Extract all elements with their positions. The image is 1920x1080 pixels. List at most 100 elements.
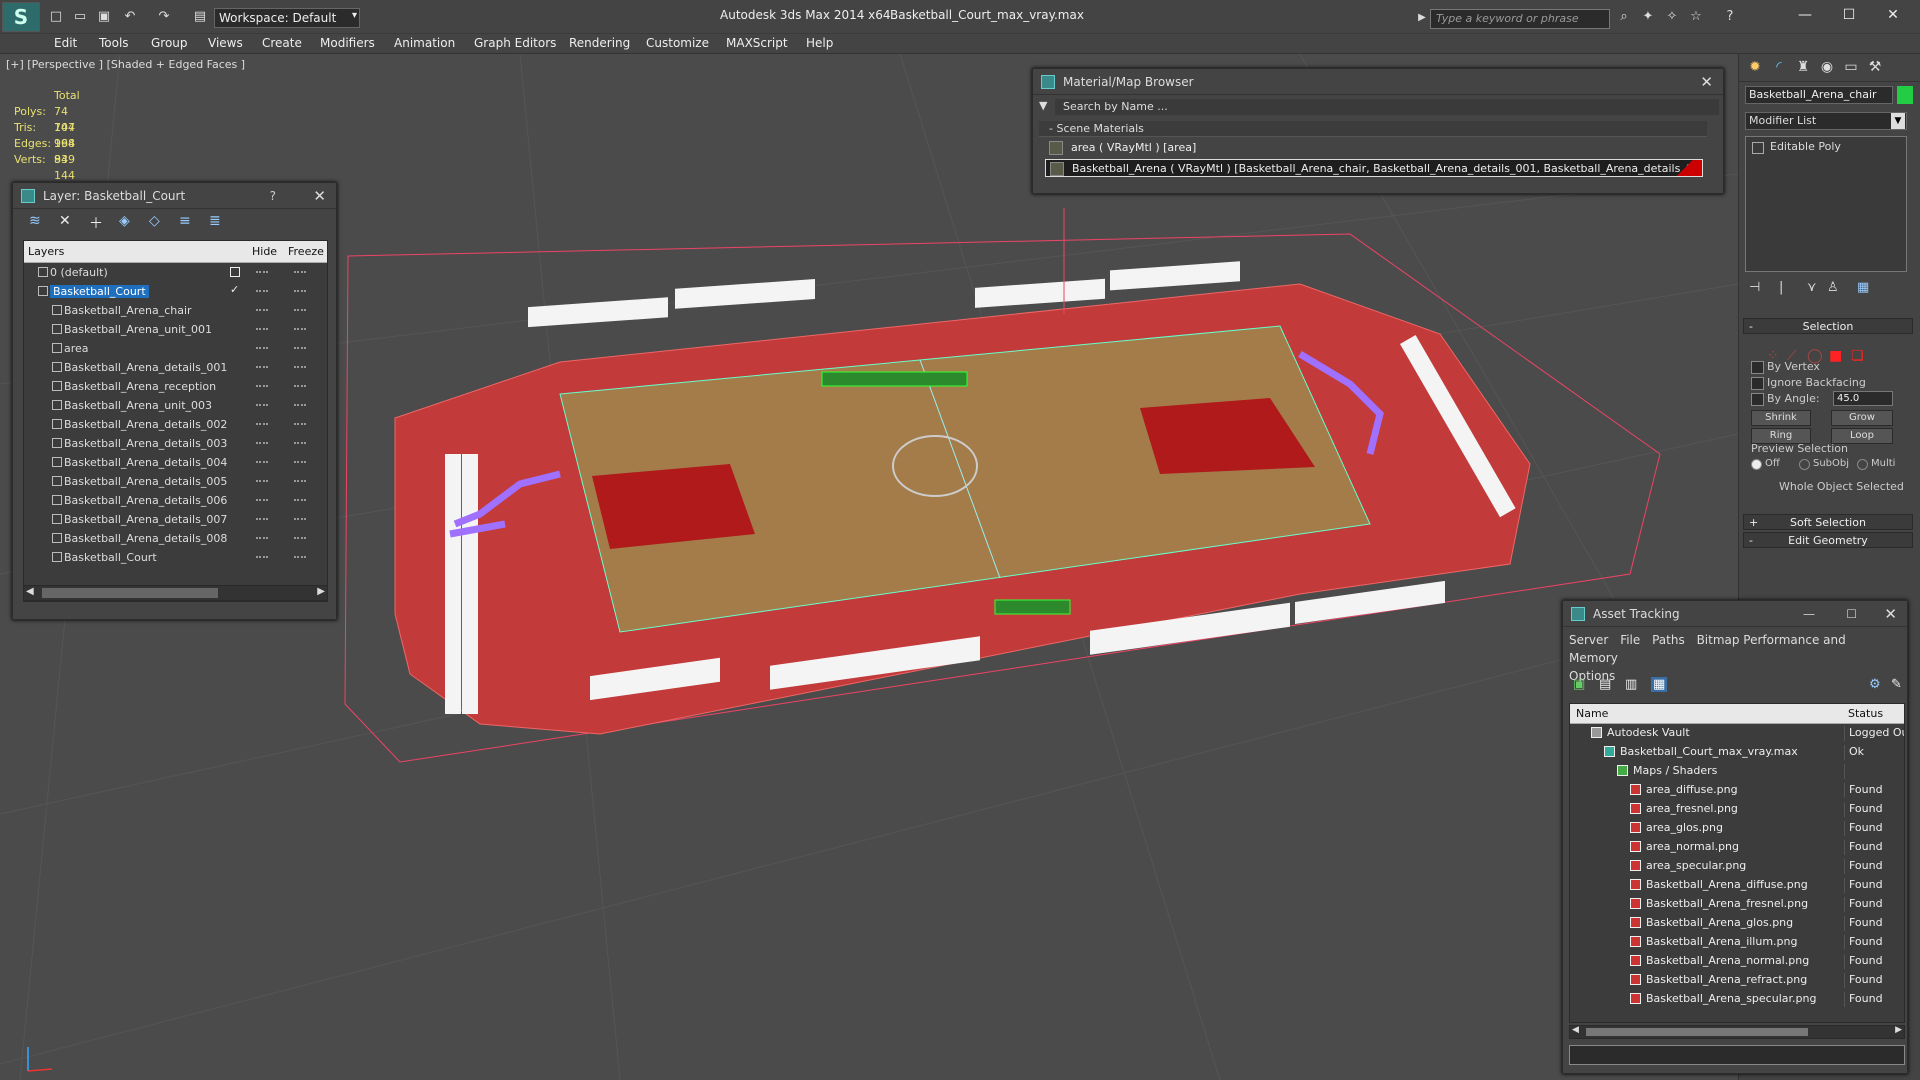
hide-toggle[interactable]	[256, 423, 268, 425]
asset-path-field[interactable]	[1569, 1045, 1905, 1065]
scroll-left-icon[interactable]: ◀	[1572, 1025, 1579, 1035]
open-file-icon[interactable]: ▭	[72, 9, 88, 25]
communication-icon[interactable]: ✧	[1664, 9, 1680, 25]
refresh-icon[interactable]: ▣	[1573, 677, 1585, 692]
material-item-selected[interactable]: Basketball_Arena ( VRayMtl ) [Basketball…	[1045, 159, 1703, 177]
hide-toggle[interactable]	[256, 480, 268, 482]
highlight-layer-icon[interactable]: ◇	[149, 213, 160, 229]
freeze-toggle[interactable]	[294, 347, 306, 349]
layer-row[interactable]: 0 (default)	[24, 263, 327, 282]
asset-row[interactable]: Basketball_Arena_refract.png Found	[1570, 971, 1904, 990]
modify-tab-icon[interactable]: ◜	[1769, 59, 1789, 77]
vault-help-icon[interactable]: ⚙	[1869, 677, 1881, 692]
search-input[interactable]: Type a keyword or phrase	[1430, 9, 1610, 29]
col-freeze[interactable]: Freeze	[288, 245, 324, 258]
hide-toggle[interactable]	[256, 442, 268, 444]
grow-button[interactable]: Grow	[1831, 410, 1893, 426]
redo-icon[interactable]: ↷	[156, 9, 172, 25]
close-icon[interactable]: ✕	[1700, 69, 1713, 95]
freeze-toggle[interactable]	[294, 518, 306, 520]
layer-row[interactable]: Basketball_Arena_details_003	[24, 434, 327, 453]
hide-toggle[interactable]	[256, 271, 268, 273]
list-view-icon[interactable]: ▤	[1599, 677, 1611, 692]
show-end-result-icon[interactable]: |	[1779, 280, 1783, 295]
menu-graph-editors[interactable]: Graph Editors	[474, 36, 556, 50]
help-icon[interactable]: ?	[270, 183, 276, 209]
preview-off-radio[interactable]: Off	[1751, 458, 1780, 470]
maximize-button[interactable]: ☐	[1846, 601, 1857, 627]
utilities-tab-icon[interactable]: ⚒	[1865, 59, 1885, 77]
layer-row[interactable]: Basketball_Arena_reception	[24, 377, 327, 396]
selection-rollout[interactable]: - Selection	[1743, 318, 1913, 334]
layer-row[interactable]: Basketball_Arena_details_002	[24, 415, 327, 434]
asset-row[interactable]: Basketball_Court_max_vray.max Ok	[1570, 743, 1904, 762]
menu-file[interactable]: File	[1620, 633, 1640, 647]
freeze-toggle[interactable]	[294, 328, 306, 330]
menu-views[interactable]: Views	[208, 36, 243, 50]
select-objects-icon[interactable]: ◈	[119, 213, 130, 229]
asset-tracking-header[interactable]: Asset Tracking — ☐ ✕	[1563, 601, 1907, 627]
motion-tab-icon[interactable]: ◉	[1817, 59, 1837, 77]
new-layer-icon[interactable]: ≋	[29, 213, 41, 229]
hide-toggle[interactable]	[256, 556, 268, 558]
asset-row[interactable]: Basketball_Arena_fresnel.png Found	[1570, 895, 1904, 914]
delete-layer-icon[interactable]: ✕	[59, 213, 71, 229]
active-layer-check-icon[interactable]: ✓	[230, 283, 239, 296]
hide-toggle[interactable]	[256, 537, 268, 539]
current-layer-box-icon[interactable]	[230, 267, 240, 277]
menu-edit[interactable]: Edit	[54, 36, 77, 50]
hide-toggle[interactable]	[256, 461, 268, 463]
layer-row[interactable]: Basketball_Court ✓	[24, 282, 327, 301]
freeze-toggle[interactable]	[294, 309, 306, 311]
asset-row[interactable]: area_diffuse.png Found	[1570, 781, 1904, 800]
freeze-toggle[interactable]	[294, 499, 306, 501]
stack-item-editable-poly[interactable]: Editable Poly	[1748, 139, 1841, 155]
table-view-icon[interactable]: ▦	[1651, 677, 1668, 692]
ignore-backfacing-checkbox[interactable]: Ignore Backfacing	[1751, 376, 1866, 390]
hide-toggle[interactable]	[256, 366, 268, 368]
col-status[interactable]: Status	[1848, 707, 1883, 720]
asset-row[interactable]: area_specular.png Found	[1570, 857, 1904, 876]
layer-row[interactable]: Basketball_Court	[24, 548, 327, 567]
close-icon[interactable]: ✕	[1884, 601, 1897, 627]
menu-group[interactable]: Group	[151, 36, 188, 50]
undo-icon[interactable]: ↶	[122, 9, 138, 25]
freeze-toggle[interactable]	[294, 271, 306, 273]
layer-panel-header[interactable]: Layer: Basketball_Court ? ✕	[13, 183, 336, 209]
save-file-icon[interactable]: ▣	[96, 9, 112, 25]
scene-materials-section[interactable]: - Scene Materials	[1039, 121, 1707, 137]
remove-modifier-icon[interactable]: ♙	[1827, 280, 1839, 295]
freeze-toggle[interactable]	[294, 461, 306, 463]
hide-toggle[interactable]	[256, 328, 268, 330]
hide-toggle[interactable]	[256, 518, 268, 520]
maximize-button[interactable]: ☐	[1834, 4, 1864, 26]
layer-row[interactable]: Basketball_Arena_details_001	[24, 358, 327, 377]
freeze-all-icon[interactable]: ≣	[209, 213, 221, 229]
subscription-icon[interactable]: ✦	[1640, 9, 1656, 25]
asset-row[interactable]: area_normal.png Found	[1570, 838, 1904, 857]
menu-maxscript[interactable]: MAXScript	[726, 36, 788, 50]
pin-stack-icon[interactable]: ⊣	[1749, 280, 1760, 295]
freeze-toggle[interactable]	[294, 537, 306, 539]
menu-help[interactable]: Help	[806, 36, 833, 50]
menu-customize[interactable]: Customize	[646, 36, 709, 50]
app-logo-button[interactable]: S	[2, 2, 40, 32]
asset-row[interactable]: Basketball_Arena_diffuse.png Found	[1570, 876, 1904, 895]
menu-animation[interactable]: Animation	[394, 36, 455, 50]
freeze-toggle[interactable]	[294, 385, 306, 387]
modifier-list-dropdown[interactable]: Modifier List ▼	[1745, 112, 1907, 130]
project-folder-icon[interactable]: ▤	[192, 9, 208, 25]
asset-row[interactable]: area_glos.png Found	[1570, 819, 1904, 838]
asset-row[interactable]: Basketball_Arena_normal.png Found	[1570, 952, 1904, 971]
layer-row[interactable]: Basketball_Arena_details_006	[24, 491, 327, 510]
close-icon[interactable]: ✕	[313, 183, 326, 209]
shrink-button[interactable]: Shrink	[1751, 410, 1811, 426]
layer-hscrollbar[interactable]: ◀ ▶	[23, 585, 328, 601]
menu-rendering[interactable]: Rendering	[569, 36, 630, 50]
menu-server[interactable]: Server	[1569, 633, 1608, 647]
filter-dropdown-icon[interactable]: ▼	[1039, 99, 1047, 112]
layer-row[interactable]: Basketball_Arena_details_005	[24, 472, 327, 491]
preview-subobj-radio[interactable]: SubObj	[1799, 458, 1849, 470]
freeze-toggle[interactable]	[294, 423, 306, 425]
menu-paths[interactable]: Paths	[1652, 633, 1685, 647]
